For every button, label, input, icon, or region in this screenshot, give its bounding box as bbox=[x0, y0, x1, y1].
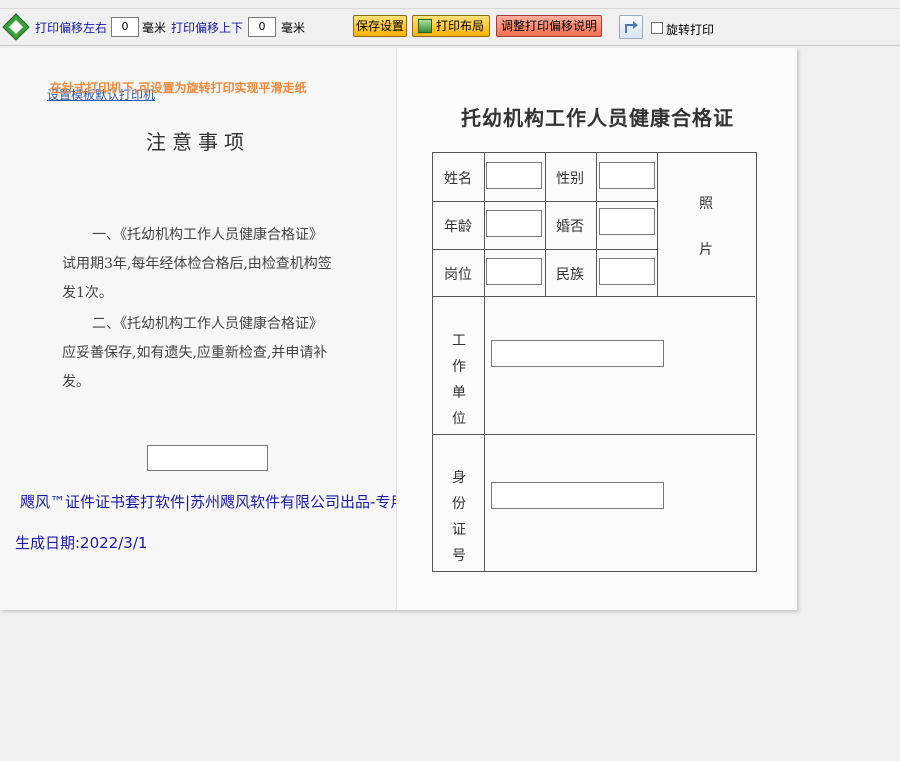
save-settings-label: 保存设置 bbox=[355, 19, 404, 33]
generated-date: 生成日期:2022/3/1 bbox=[15, 534, 148, 552]
name-label: 姓名 bbox=[444, 171, 472, 187]
offset-lr-label: 打印偏移左右 bbox=[35, 21, 108, 35]
workplace-field[interactable] bbox=[491, 340, 664, 367]
age-field[interactable] bbox=[486, 210, 542, 237]
notice-paragraph-2: 二、《托幼机构工作人员健康合格证》应妥善保存,如有遗失,应重新检查,并申请补发。 bbox=[62, 316, 328, 390]
toolbar: 打印偏移左右 0 毫米 打印偏移上下 0 毫米 保存设置 打印布局 调整打印偏移… bbox=[0, 8, 900, 46]
workplace-label: 工作单位 bbox=[452, 333, 466, 427]
brand-line: 飕风™证件证书套打软件|苏州飕风软件有限公司出品-专用模版 bbox=[20, 493, 436, 511]
offset-ud-label: 打印偏移上下 bbox=[171, 21, 244, 35]
print-layout-label: 打印布局 bbox=[435, 19, 484, 33]
issue-field[interactable] bbox=[147, 445, 268, 471]
print-layout-button[interactable]: 打印布局 bbox=[412, 15, 490, 37]
top-menu-strip bbox=[0, 0, 900, 8]
offset-ud-unit: 毫米 bbox=[281, 21, 306, 35]
gender-field[interactable] bbox=[599, 162, 655, 189]
rotate-icon[interactable] bbox=[619, 15, 643, 39]
id-number-field[interactable] bbox=[491, 482, 664, 509]
form-line bbox=[596, 153, 597, 296]
offset-lr-unit: 毫米 bbox=[142, 21, 167, 35]
id-number-label: 身份证号 bbox=[452, 470, 466, 564]
left-page: 设置模板默认打印机 在针式打印机下,可设置为旋转打印实现平滑走纸 注意事项 一、… bbox=[0, 48, 435, 610]
photo-label-1: 照 bbox=[699, 196, 713, 212]
post-field[interactable] bbox=[486, 258, 542, 285]
notice-paragraph-1: 一、《托幼机构工作人员健康合格证》试用期3年,每年经体检合格后,由检查机构签发1… bbox=[62, 227, 332, 301]
offset-ud-input[interactable]: 0 bbox=[248, 17, 276, 37]
layout-icon bbox=[417, 19, 432, 33]
offset-lr-input[interactable]: 0 bbox=[111, 17, 139, 37]
post-label: 岗位 bbox=[444, 267, 472, 283]
info-form: 姓名 性别 年龄 婚否 岗位 民族 照 片 工作单位 身份证号 bbox=[432, 152, 757, 572]
photo-label-2: 片 bbox=[699, 242, 713, 258]
rotate-print-checkbox[interactable] bbox=[651, 22, 663, 34]
form-line bbox=[657, 153, 658, 296]
ethnic-label: 民族 bbox=[556, 267, 584, 283]
print-preview-page: 设置模板默认打印机 在针式打印机下,可设置为旋转打印实现平滑走纸 注意事项 一、… bbox=[0, 48, 797, 610]
ethnic-field[interactable] bbox=[599, 258, 655, 285]
save-settings-button[interactable]: 保存设置 bbox=[353, 15, 407, 37]
rotate-print-label: 旋转打印 bbox=[666, 23, 715, 37]
form-line bbox=[433, 434, 755, 435]
notice-title: 注意事项 bbox=[146, 130, 250, 154]
married-field[interactable] bbox=[599, 208, 655, 235]
card-title: 托幼机构工作人员健康合格证 bbox=[461, 106, 734, 130]
form-line bbox=[433, 296, 755, 297]
form-line bbox=[484, 153, 485, 571]
offset-direction-icon[interactable] bbox=[2, 13, 30, 41]
form-line bbox=[545, 153, 546, 296]
offset-help-button[interactable]: 调整打印偏移说明 bbox=[496, 15, 602, 37]
married-label: 婚否 bbox=[556, 219, 584, 235]
name-field[interactable] bbox=[486, 162, 542, 189]
rotate-hint: 在针式打印机下,可设置为旋转打印实现平滑走纸 bbox=[50, 81, 307, 95]
age-label: 年龄 bbox=[444, 219, 472, 235]
right-page: 托幼机构工作人员健康合格证 姓名 性别 年龄 婚否 岗位 民族 照 片 工作单位… bbox=[396, 48, 797, 610]
offset-help-label: 调整打印偏移说明 bbox=[500, 19, 597, 33]
gender-label: 性别 bbox=[556, 171, 584, 187]
rotate-arrow-icon bbox=[625, 21, 638, 33]
